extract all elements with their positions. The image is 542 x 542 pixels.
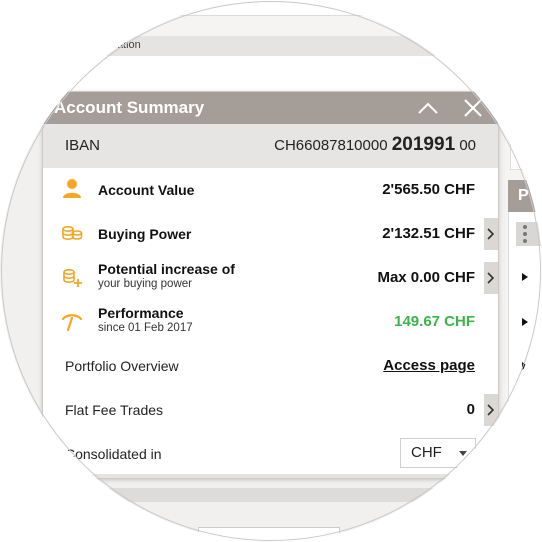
widget-title: Account Summary: [54, 98, 205, 117]
flat-fee-chevron-right-icon[interactable]: [484, 394, 498, 426]
background-info-strip: ormation: [40, 36, 542, 56]
iban-suffix: 00: [459, 137, 476, 154]
buying-power-label: Buying Power: [98, 226, 192, 242]
right-panel-title: P: [518, 187, 529, 204]
iban-value: CH66087810000 201991 00: [274, 134, 476, 156]
potential-increase-row[interactable]: Potential increase of your buying power …: [43, 256, 483, 300]
account-summary-widget: Account Summary IBAN CH66087810000 20199…: [42, 91, 499, 479]
widget-header: Account Summary: [43, 92, 498, 124]
widget-bottom-edge: [43, 474, 498, 478]
coins-stack-icon: [62, 226, 83, 240]
background-right-card: [510, 126, 542, 170]
consolidated-label: Consolidated in: [65, 446, 162, 462]
potential-increase-amount: Max 0.00 CHF: [377, 269, 475, 286]
kebab-menu-icon[interactable]: [516, 222, 542, 246]
expand-triangle-icon[interactable]: [522, 318, 528, 326]
background-bottom-bar: [40, 488, 510, 502]
account-value-row: Account Value 2'565.50 CHF: [43, 168, 483, 212]
flat-fee-trades-count: 0: [466, 401, 475, 418]
buying-power-row[interactable]: Buying Power 2'132.51 CHF: [43, 212, 483, 256]
flat-fee-trades-row[interactable]: Flat Fee Trades 0: [43, 388, 483, 432]
magnifier-circle: ormation P Account Summary IBAN CH660878…: [0, 0, 542, 542]
user-icon: [63, 179, 81, 198]
performance-gauge-icon: [61, 314, 83, 332]
background-right-panel-header: P: [508, 180, 542, 212]
iban-label: IBAN: [65, 137, 101, 154]
background-bottom-button[interactable]: [198, 527, 340, 542]
chevron-down-icon: [459, 451, 467, 456]
access-page-link[interactable]: Access page: [383, 357, 475, 374]
currency-selected-value: CHF: [411, 444, 442, 461]
performance-since: since 01 Feb 2017: [98, 322, 193, 334]
performance-row: Performance since 01 Feb 2017 149.67 CHF: [43, 300, 483, 344]
account-value-label: Account Value: [98, 182, 195, 198]
expand-triangle-icon[interactable]: [522, 273, 528, 281]
performance-amount: 149.67 CHF: [394, 313, 475, 330]
iban-bold-part: 201991: [391, 134, 456, 155]
expand-triangle-icon[interactable]: [522, 362, 528, 370]
potential-increase-label: Potential increase of: [98, 261, 235, 277]
collapse-chevron-up-icon[interactable]: [416, 97, 440, 119]
background-card: [0, 56, 542, 92]
iban-row: IBAN CH66087810000 201991 00: [43, 124, 498, 168]
performance-label: Performance: [98, 305, 184, 321]
buying-power-amount: 2'132.51 CHF: [382, 225, 475, 242]
iban-prefix: CH66087810000: [274, 137, 388, 154]
info-strip-text: ormation: [98, 39, 141, 51]
buying-power-chevron-right-icon[interactable]: [484, 218, 498, 250]
potential-increase-sublabel: your buying power: [98, 278, 192, 290]
portfolio-overview-row: Portfolio Overview Access page: [43, 344, 483, 388]
flat-fee-trades-label: Flat Fee Trades: [65, 402, 164, 418]
account-value-amount: 2'565.50 CHF: [382, 181, 475, 198]
close-icon[interactable]: [461, 97, 485, 119]
portfolio-overview-label: Portfolio Overview: [65, 358, 179, 374]
potential-increase-chevron-right-icon[interactable]: [484, 262, 498, 294]
background-top-card: [70, 0, 457, 16]
currency-select[interactable]: CHF: [400, 438, 476, 468]
coins-plus-icon: [63, 268, 82, 287]
